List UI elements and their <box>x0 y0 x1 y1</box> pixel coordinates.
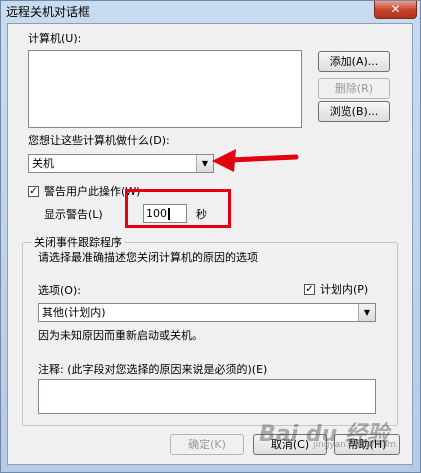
action-dropdown[interactable]: 关机 ▼ <box>28 154 214 173</box>
comment-label: 注释: (此字段对您选择的原因来说是必须的)(E) <box>38 363 268 376</box>
browse-button[interactable]: 浏览(B)... <box>318 101 390 122</box>
watermark-url: jingyan.baidu.com <box>313 440 397 450</box>
planned-checkbox[interactable]: ✓ <box>304 284 315 295</box>
options-label: 选项(O): <box>38 284 81 297</box>
action-selected: 关机 <box>32 157 54 170</box>
close-button[interactable]: ✕ <box>374 1 417 19</box>
ok-button[interactable]: 确定(K) <box>170 434 244 455</box>
tracker-description: 请选择最准确描述您关闭计算机的原因的选项 <box>38 251 258 264</box>
computers-label: 计算机(U): <box>28 32 82 45</box>
red-arrow-annotation <box>212 149 299 172</box>
tracker-group-title: 关闭事件跟踪程序 <box>32 234 124 250</box>
reason-dropdown[interactable]: 其他(计划内) ▼ <box>38 303 376 322</box>
reason-selected: 其他(计划内) <box>42 306 106 319</box>
action-label: 您想让这些计算机做什么(D): <box>28 134 170 147</box>
dialog-body: 计算机(U): 添加(A)... 删除(R) 浏览(B)... 您想让这些计算机… <box>7 23 413 465</box>
red-box-annotation <box>125 189 231 228</box>
reason-description: 因为未知原因而重新启动或关机。 <box>38 329 203 342</box>
warn-checkbox[interactable]: ✓ <box>28 186 39 197</box>
close-icon: ✕ <box>390 2 401 16</box>
display-warning-label: 显示警告(L) <box>44 208 103 221</box>
window-title: 远程关机对话框 <box>6 5 91 19</box>
comment-textarea[interactable] <box>38 379 376 414</box>
chevron-down-icon[interactable]: ▼ <box>358 304 375 321</box>
title-bar[interactable]: 远程关机对话框 ✕ <box>1 1 420 23</box>
add-button[interactable]: 添加(A)... <box>318 51 390 72</box>
planned-checkbox-label: 计划内(P) <box>320 283 369 296</box>
remote-shutdown-dialog: 远程关机对话框 ✕ 计算机(U): 添加(A)... 删除(R) 浏览(B)..… <box>0 0 421 473</box>
delete-button[interactable]: 删除(R) <box>318 78 390 99</box>
computer-list[interactable] <box>28 50 302 128</box>
